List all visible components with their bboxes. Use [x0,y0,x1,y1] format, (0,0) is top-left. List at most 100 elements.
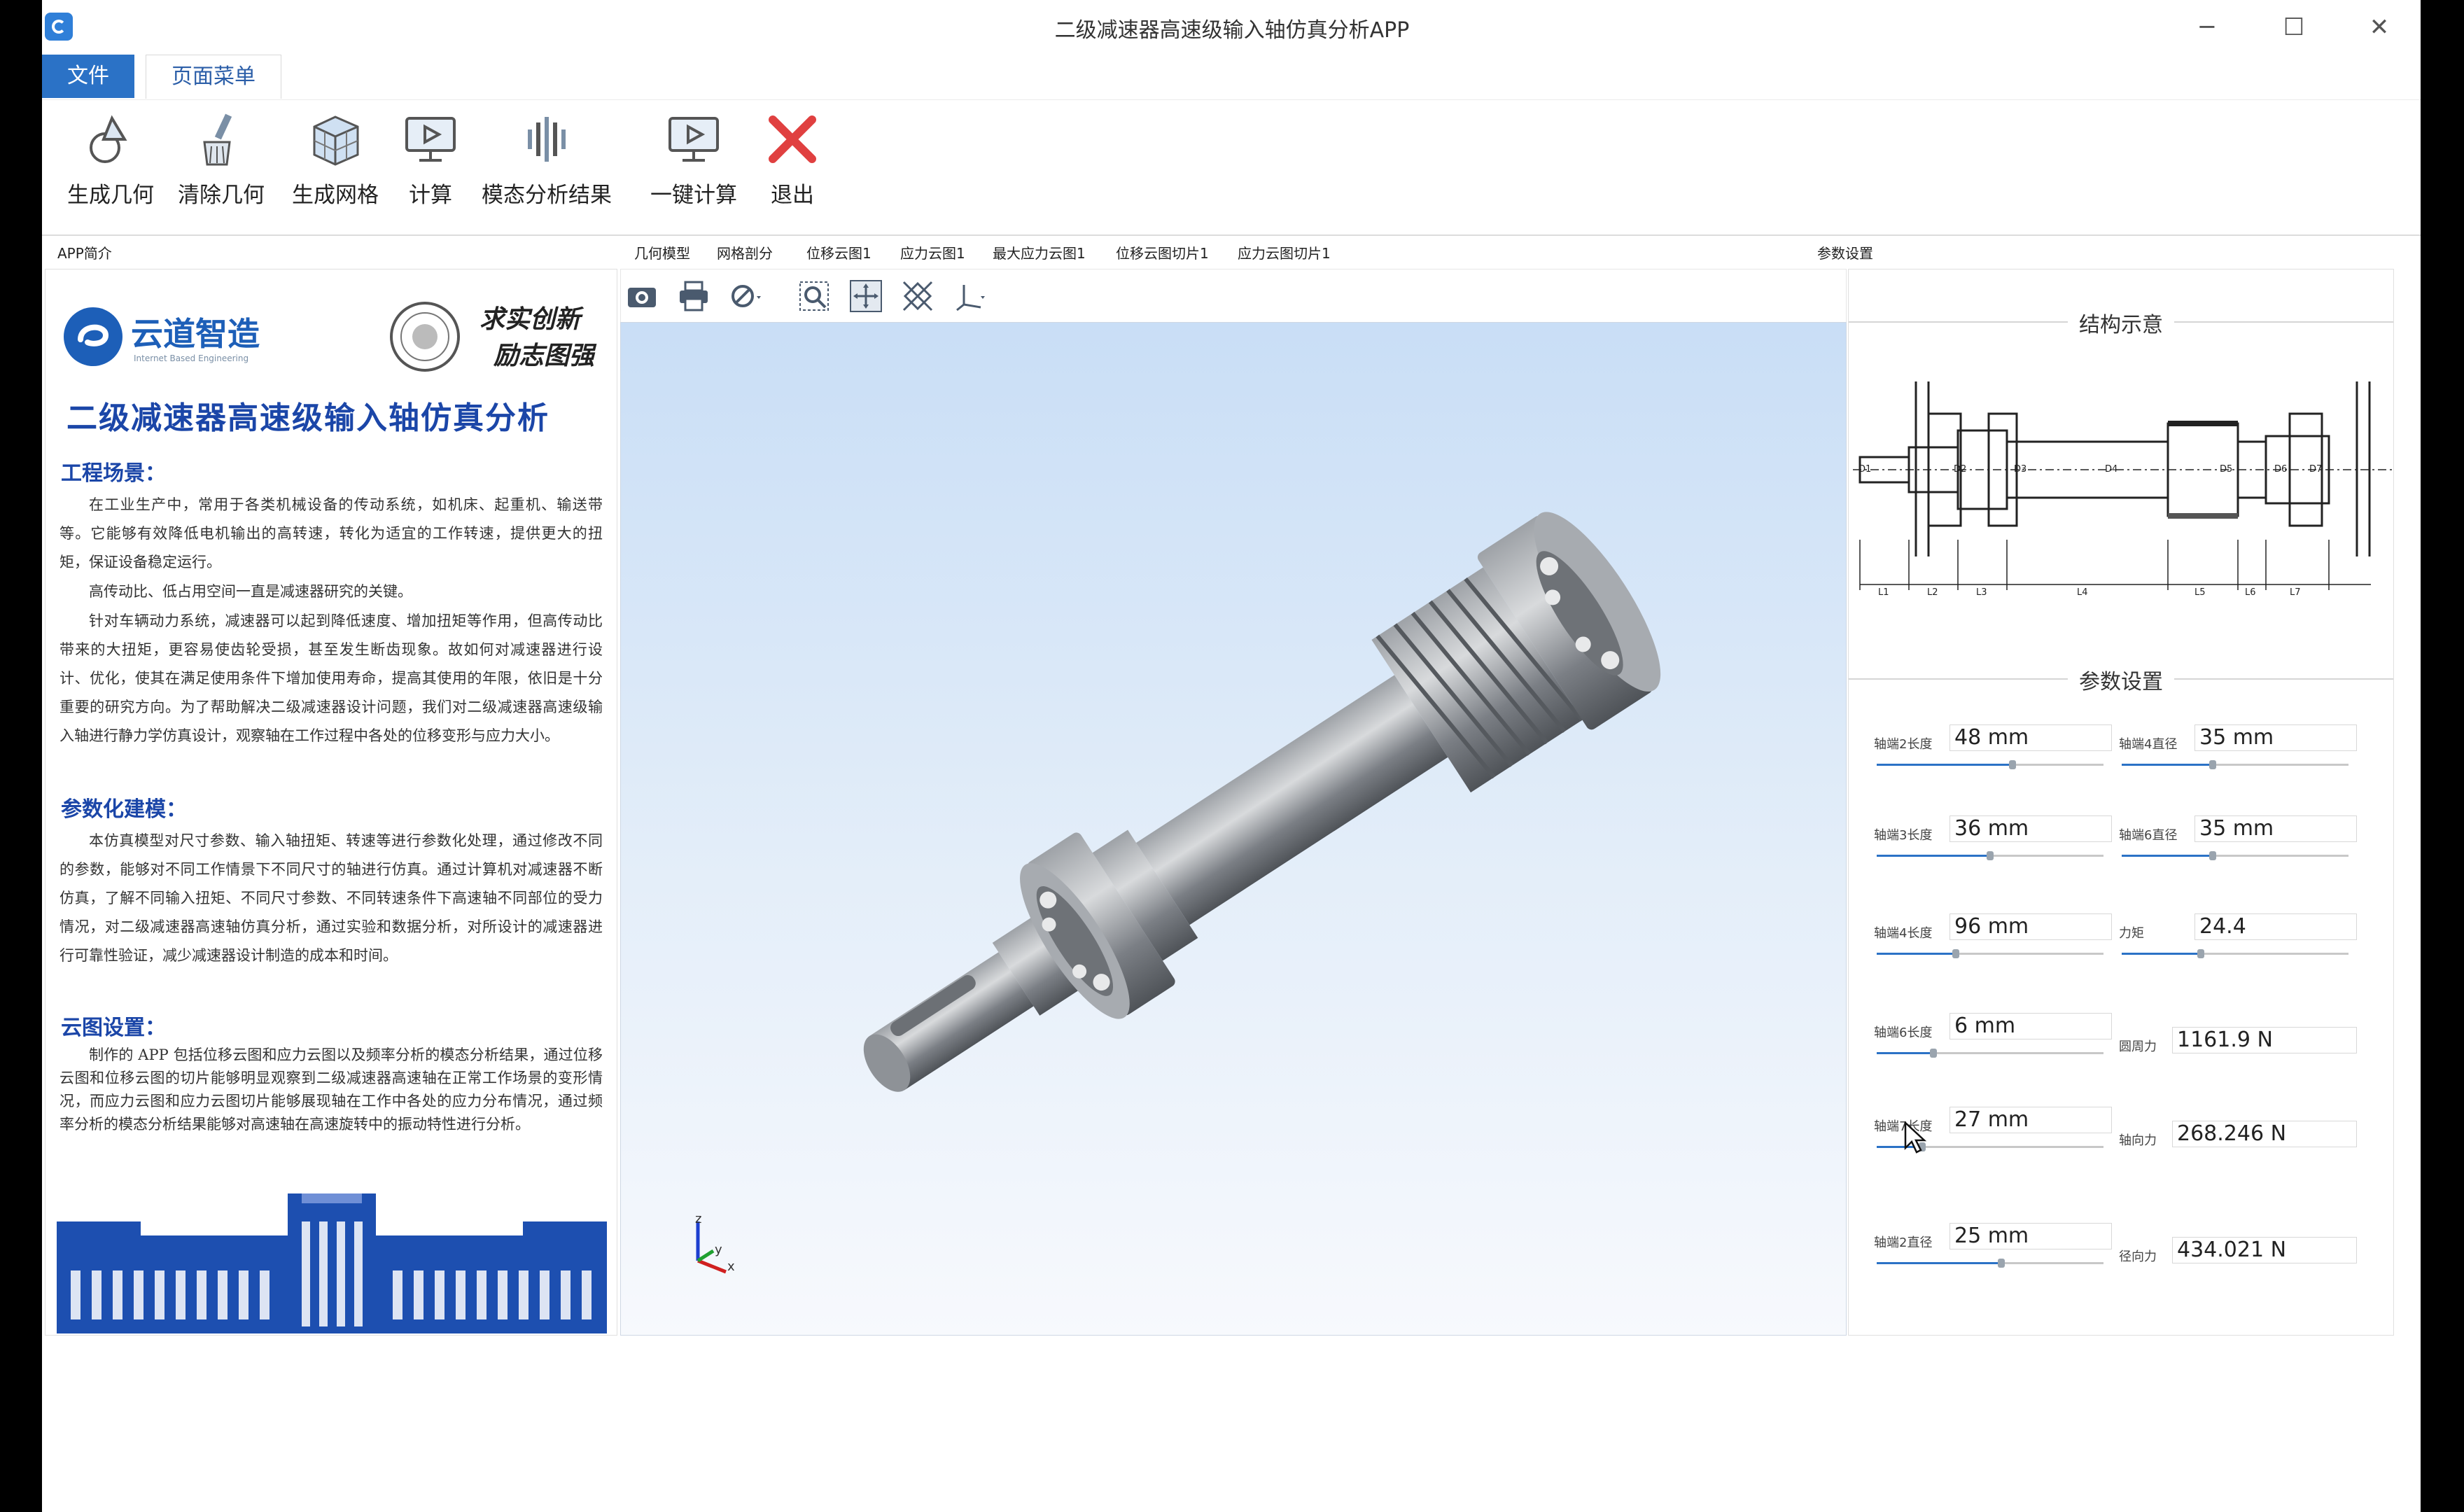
diagram-label-l1: L1 [1878,587,1889,598]
axis-view-icon[interactable] [953,279,986,313]
param-slider-knob[interactable] [2009,760,2017,769]
viewport-toolbar [620,269,1847,323]
param-slider[interactable] [1877,1049,2104,1058]
section-title-contour: 云图设置： [61,1016,166,1040]
clear-geometry-button[interactable]: 清除几何 [172,111,270,230]
one-click-compute-button[interactable]: 一键计算 [641,111,746,230]
param-label: 轴端4长度 [1874,926,1933,941]
tab-displacement[interactable]: 位移云图1 [806,242,872,262]
param-11: 径向力 434.021 N [2119,1234,2357,1290]
param-slider-fill [2122,764,2213,766]
menu-file[interactable]: 文件 [42,55,134,98]
param-10: 轴端2直径 25 mm [1874,1220,2112,1276]
fit-view-icon[interactable] [901,279,934,313]
clear-geometry-icon [203,113,232,166]
param-value-field[interactable]: 35 mm [2194,816,2357,842]
tab-stress[interactable]: 应力云图1 [900,242,965,262]
compute-icon [405,117,456,162]
param-3: 轴端6直径 35 mm [2119,813,2357,869]
company-logo-icon [64,307,122,366]
tab-max-stress[interactable]: 最大应力云图1 [993,242,1086,262]
scenario-paragraph-1: 在工业生产中，常用于各类机械设备的传动系统，如机床、起重机、输送带等。它能够有效… [59,496,603,570]
param-value-field[interactable]: 27 mm [1949,1107,2112,1133]
diagram-label-l2: L2 [1927,587,1938,598]
param-0: 轴端2长度 48 mm [1874,722,2112,778]
minimize-button[interactable]: ─ [2190,10,2225,45]
generate-geometry-label: 生成几何 [67,183,154,208]
param-2: 轴端3长度 36 mm [1874,813,2112,869]
param-7: 圆周力 1161.9 N [2119,1024,2357,1080]
exit-button[interactable]: 退出 [750,111,834,230]
tab-stress-slice[interactable]: 应力云图切片1 [1238,242,1331,262]
camera-icon[interactable] [625,279,659,313]
param-slider-knob[interactable] [2208,851,2216,860]
param-slider[interactable] [1877,760,2104,769]
contour-paragraph: 制作的 APP 包括位移云图和应力云图以及频率分析的模态分析结果，通过位移云图和… [59,1046,603,1133]
tab-geometry[interactable]: 几何模型 [634,242,690,262]
param-value-field[interactable]: 24.4 [2194,913,2357,940]
param-value-field[interactable]: 35 mm [2194,724,2357,751]
param-slider-fill [1877,764,2013,766]
param-slider-knob[interactable] [2208,760,2216,769]
tab-displacement-slice[interactable]: 位移云图切片1 [1116,242,1209,262]
campus-building-image [57,1194,607,1334]
param-value-field[interactable]: 96 mm [1949,913,2112,940]
param-slider-knob[interactable] [1952,949,1960,958]
param-label: 圆周力 [2119,1040,2157,1054]
param-value-field[interactable]: 36 mm [1949,816,2112,842]
zoom-extents-icon[interactable] [849,279,883,313]
param-5: 力矩 24.4 [2119,911,2357,967]
scenario-paragraph-2: 高传动比、低占用空间一直是减速器研究的关键。 [89,583,412,600]
hide-icon[interactable] [729,279,762,313]
param-slider[interactable] [1877,949,2104,958]
compute-button[interactable]: 计算 [392,111,469,230]
param-slider-knob[interactable] [1930,1049,1937,1058]
param-slider[interactable] [2122,760,2348,769]
params-title: 参数设置 [1849,664,2393,695]
company-logo-subtitle: Internet Based Engineering [134,354,249,363]
exit-label: 退出 [771,183,814,208]
generate-mesh-button[interactable]: 生成网格 [283,111,388,230]
university-seal-icon [390,302,460,372]
param-value-field[interactable]: 25 mm [1949,1223,2112,1250]
param-value-field[interactable]: 434.021 N [2172,1237,2357,1264]
param-label: 轴端3长度 [1874,828,1933,843]
param-slider[interactable] [2122,949,2348,958]
modal-result-icon [528,117,566,162]
logo-row: 云道智造 Internet Based Engineering 求实创新 励志图… [59,289,612,373]
param-6: 轴端6长度 6 mm [1874,1010,2112,1066]
zoom-box-icon[interactable] [797,279,831,313]
menu-page[interactable]: 页面菜单 [146,55,281,99]
param-4: 轴端4长度 96 mm [1874,911,2112,967]
axis-label-z: z [695,1212,702,1226]
param-slider[interactable] [2122,851,2348,860]
param-value-field[interactable]: 48 mm [1949,724,2112,751]
close-button[interactable]: ✕ [2362,10,2397,45]
param-label: 径向力 [2119,1250,2157,1264]
param-slider-fill [2122,855,2213,857]
param-label: 轴端4直径 [2119,737,2178,752]
param-slider-knob[interactable] [1998,1259,2005,1268]
param-value-field[interactable]: 1161.9 N [2172,1027,2357,1054]
param-slider-knob[interactable] [1987,851,1994,860]
param-label: 力矩 [2119,926,2144,941]
param-value-field[interactable]: 268.246 N [2172,1121,2357,1147]
modal-result-label: 模态分析结果 [482,183,612,208]
generate-mesh-label: 生成网格 [292,183,379,208]
right-panel-header: 参数设置 [1817,245,1873,262]
app-intro-panel: 云道智造 Internet Based Engineering 求实创新 励志图… [45,269,617,1336]
maximize-button[interactable]: ☐ [2276,10,2311,45]
title-bar: 二级减速器高速级输入轴仿真分析APP ─ ☐ ✕ [42,0,2421,55]
3d-viewport[interactable]: z y x [620,322,1847,1336]
modal-result-button[interactable]: 模态分析结果 [459,111,634,230]
param-slider[interactable] [1877,1259,2104,1268]
tab-mesh[interactable]: 网格剖分 [717,242,773,262]
generate-geometry-button[interactable]: 生成几何 [62,111,160,230]
param-value-field[interactable]: 6 mm [1949,1013,2112,1040]
param-slider[interactable] [1877,851,2104,860]
left-panel-header: APP简介 [57,245,112,262]
param-slider-knob[interactable] [2197,949,2205,958]
diagram-label-l7: L7 [2290,587,2301,598]
print-icon[interactable] [677,279,710,313]
axis-label-y: y [715,1242,722,1257]
